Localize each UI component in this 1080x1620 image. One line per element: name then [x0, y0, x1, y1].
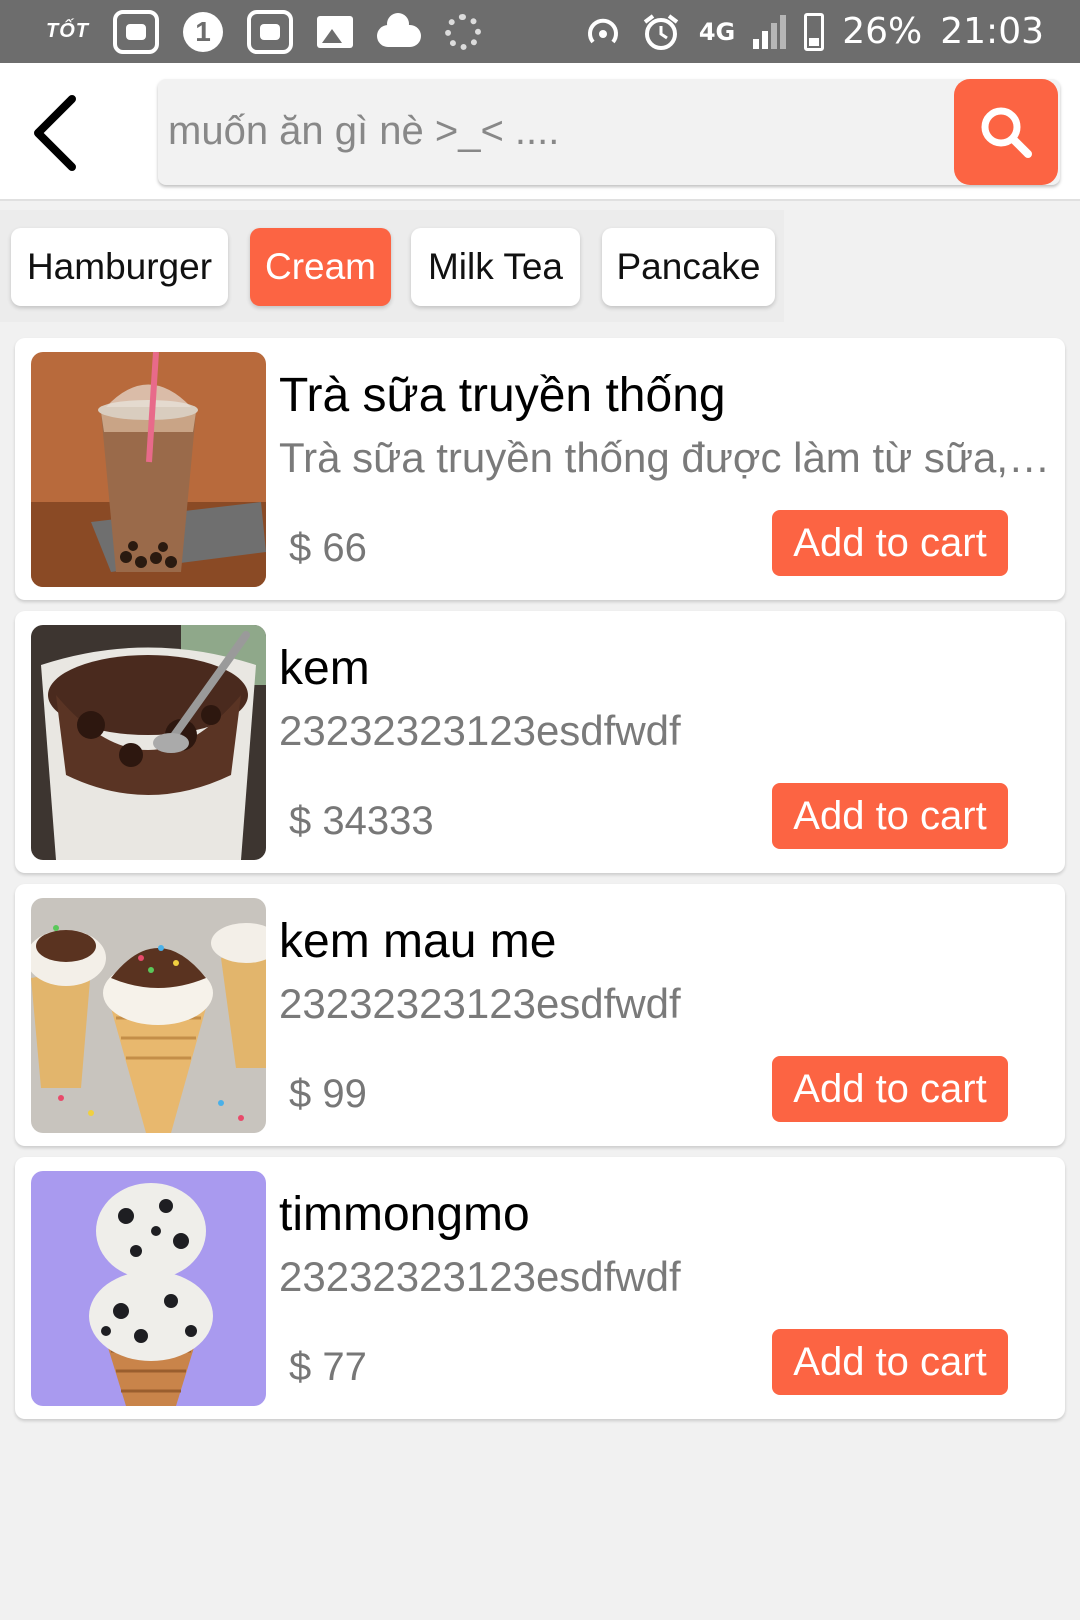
clock-time: 21:03: [940, 11, 1044, 52]
product-description: 23232323123esdfwdf: [279, 980, 681, 1027]
product-card[interactable]: kem mau me 23232323123esdfwdf $ 99 Add t…: [15, 884, 1065, 1146]
product-image-milk-tea: [31, 352, 266, 587]
image-icon: [317, 15, 353, 48]
category-tabs: Hamburger Cream Milk Tea Pancake: [0, 210, 784, 322]
search-button[interactable]: [954, 79, 1058, 185]
hotspot-icon: [583, 12, 623, 52]
product-card[interactable]: kem 23232323123esdfwdf $ 34333 Add to ca…: [15, 611, 1065, 873]
status-bar: TỐT 1 4G 26% 21:03: [0, 0, 1080, 63]
search-input[interactable]: [168, 91, 928, 171]
robot-icon: [247, 9, 293, 54]
product-name: kem mau me: [279, 915, 557, 968]
chevron-left-icon: [34, 95, 76, 171]
product-description: 23232323123esdfwdf: [279, 707, 681, 754]
alarm-icon: [641, 12, 681, 52]
category-chip-cream[interactable]: Cream: [250, 228, 391, 306]
network-type: 4G: [698, 17, 736, 46]
product-name: timmongmo: [279, 1188, 530, 1241]
signal-icon: [753, 14, 787, 49]
loading-icon: [445, 13, 481, 50]
product-card[interactable]: Trà sữa truyền thống Trà sữa truyền thốn…: [15, 338, 1065, 600]
product-description: Trà sữa truyền thống được làm từ sữa, r.…: [279, 434, 1059, 481]
category-chip-hamburger[interactable]: Hamburger: [11, 228, 228, 306]
category-chip-milk-tea[interactable]: Milk Tea: [411, 228, 580, 306]
back-button[interactable]: [18, 93, 98, 173]
product-card[interactable]: timmongmo 23232323123esdfwdf $ 77 Add to…: [15, 1157, 1065, 1419]
product-price: $ 77: [289, 1345, 367, 1389]
product-name: Trà sữa truyền thống: [279, 369, 726, 422]
carrier-brand: TỐT: [46, 20, 89, 42]
cloud-icon: [377, 12, 421, 47]
product-image-kem: [31, 625, 266, 860]
search-header: [0, 63, 1080, 201]
product-price: $ 66: [289, 526, 367, 570]
product-price: $ 99: [289, 1072, 367, 1116]
notification-count-icon: 1: [183, 11, 223, 52]
category-chip-pancake[interactable]: Pancake: [602, 228, 775, 306]
add-to-cart-button[interactable]: Add to cart: [772, 1056, 1008, 1122]
battery-icon: [804, 12, 825, 51]
add-to-cart-button[interactable]: Add to cart: [772, 510, 1008, 576]
add-to-cart-button[interactable]: Add to cart: [772, 783, 1008, 849]
product-name: kem: [279, 642, 370, 695]
add-to-cart-button[interactable]: Add to cart: [772, 1329, 1008, 1395]
robot-icon: [113, 9, 159, 54]
product-image-kem-mau-me: [31, 898, 266, 1133]
battery-percent: 26%: [842, 11, 923, 52]
search-box: [158, 79, 1060, 185]
search-icon: [981, 107, 1032, 158]
product-image-timmongmo: [31, 1171, 266, 1406]
product-price: $ 34333: [289, 799, 434, 843]
product-description: 23232323123esdfwdf: [279, 1253, 681, 1300]
